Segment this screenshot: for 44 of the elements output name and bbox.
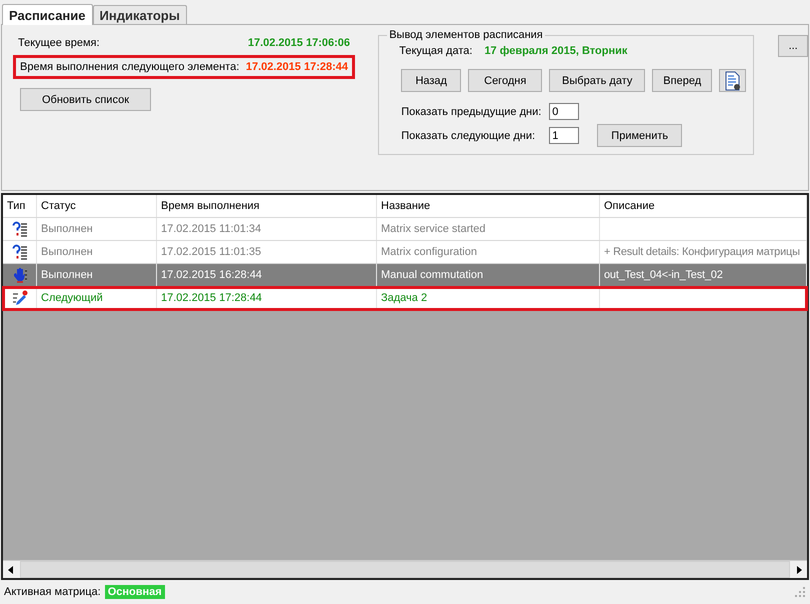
tab[interactable]: Расписание bbox=[2, 4, 92, 25]
name-cell: Matrix service started bbox=[377, 218, 600, 240]
current-time-value: 17.02.2015 17:06:06 bbox=[248, 37, 350, 49]
status-cell: Выполнен bbox=[37, 241, 157, 263]
name-cell: Matrix configuration bbox=[377, 241, 600, 263]
time-cell: 17.02.2015 11:01:35 bbox=[157, 241, 377, 263]
tab[interactable]: Индикаторы bbox=[92, 5, 187, 24]
table-row[interactable]: Выполнен 17.02.2015 16:28:44 Manual commutation out_Test_04<-in_Test_02 bbox=[3, 264, 807, 287]
resize-grip-icon[interactable] bbox=[794, 586, 806, 598]
date-label: Текущая дата: bbox=[399, 45, 472, 57]
table-row[interactable]: Выполнен 17.02.2015 11:01:35 Matrix configuration + Result details: Конфигурация матрицы bbox=[3, 241, 807, 264]
apply-button[interactable]: Применить bbox=[597, 124, 682, 147]
group-title: Вывод элементов расписания bbox=[388, 29, 544, 41]
refresh-button[interactable]: Обновить список bbox=[20, 88, 151, 111]
current-time-label: Текущее время: bbox=[18, 37, 100, 49]
active-matrix-badge: Основная bbox=[104, 585, 165, 599]
nav-button[interactable]: Выбрать дату bbox=[549, 69, 646, 92]
nav-button[interactable]: Вперед bbox=[652, 69, 712, 92]
column-header[interactable]: Описание bbox=[600, 195, 807, 217]
column-header[interactable]: Тип bbox=[3, 195, 37, 217]
next-time-value: 17.02.2015 17:28:44 bbox=[246, 61, 348, 73]
name-cell: Задача 2 bbox=[377, 287, 600, 309]
date-value: 17 февраля 2015, Вторник bbox=[484, 45, 628, 57]
active-matrix-label: Активная матрица: bbox=[4, 586, 101, 598]
column-header[interactable]: Название bbox=[377, 195, 600, 217]
previous-days-label: Показать предыдущие дни: bbox=[401, 106, 542, 118]
next-days-field[interactable]: 1 bbox=[549, 127, 580, 144]
next-days-label: Показать следующие дни: bbox=[401, 130, 536, 142]
column-header[interactable]: Время выполнения bbox=[157, 195, 377, 217]
previous-days-field[interactable]: 0 bbox=[549, 103, 580, 120]
more-button[interactable]: ... bbox=[778, 35, 808, 57]
column-header[interactable]: Статус bbox=[37, 195, 157, 217]
status-cell: Выполнен bbox=[37, 218, 157, 240]
report-button[interactable] bbox=[719, 69, 746, 92]
table-row[interactable]: Следующий 17.02.2015 17:28:44 Задача 2 bbox=[3, 287, 807, 310]
time-cell: 17.02.2015 17:28:44 bbox=[157, 287, 377, 309]
table-row[interactable]: Выполнен 17.02.2015 11:01:34 Matrix service started bbox=[3, 218, 807, 241]
nav-button[interactable]: Сегодня bbox=[468, 69, 542, 92]
description-cell: + Result details: Конфигурация матрицы bbox=[600, 241, 807, 263]
status-cell: Следующий bbox=[37, 287, 157, 309]
next-time-label: Время выполнения следующего элемента: bbox=[20, 61, 240, 73]
time-cell: 17.02.2015 11:01:34 bbox=[157, 218, 377, 240]
nav-button[interactable]: Назад bbox=[401, 69, 462, 92]
document-icon bbox=[722, 70, 743, 90]
